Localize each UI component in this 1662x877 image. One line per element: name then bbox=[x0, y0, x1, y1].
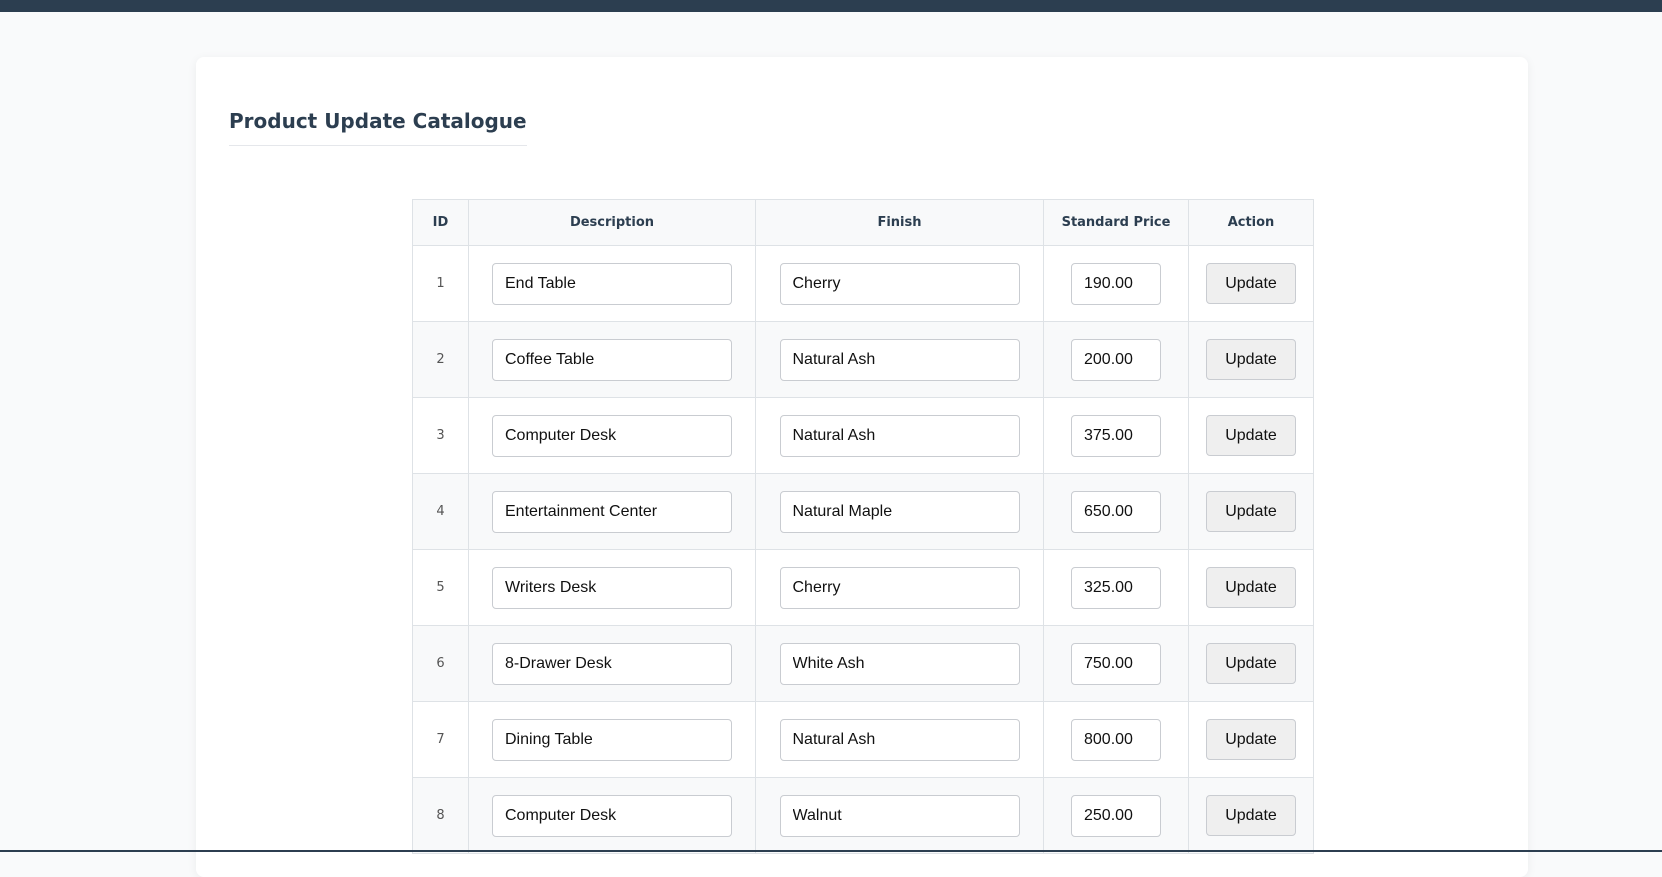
action-cell: Update bbox=[1188, 549, 1314, 626]
table-row: 8 Update bbox=[412, 777, 1314, 854]
price-cell bbox=[1043, 701, 1189, 778]
standard-price-input[interactable] bbox=[1071, 490, 1161, 533]
product-id: 5 bbox=[412, 549, 469, 626]
finish-input[interactable] bbox=[779, 262, 1020, 305]
finish-cell bbox=[755, 245, 1044, 322]
finish-cell bbox=[755, 625, 1044, 702]
action-cell: Update bbox=[1188, 701, 1314, 778]
description-input[interactable] bbox=[492, 794, 732, 837]
price-cell bbox=[1043, 777, 1189, 854]
product-id: 2 bbox=[412, 321, 469, 398]
price-cell bbox=[1043, 473, 1189, 550]
finish-input[interactable] bbox=[779, 718, 1020, 761]
page-title: Product Update Catalogue bbox=[229, 109, 527, 146]
product-id: 8 bbox=[412, 777, 469, 854]
action-cell: Update bbox=[1188, 321, 1314, 398]
product-id: 4 bbox=[412, 473, 469, 550]
price-cell bbox=[1043, 321, 1189, 398]
standard-price-input[interactable] bbox=[1071, 262, 1161, 305]
table-row: 1 Update bbox=[412, 245, 1314, 322]
table-row: 6 Update bbox=[412, 625, 1314, 702]
product-id: 3 bbox=[412, 397, 469, 474]
price-cell bbox=[1043, 625, 1189, 702]
finish-input[interactable] bbox=[779, 794, 1020, 837]
description-cell bbox=[468, 701, 756, 778]
update-button[interactable]: Update bbox=[1206, 719, 1296, 760]
action-cell: Update bbox=[1188, 777, 1314, 854]
update-button[interactable]: Update bbox=[1206, 795, 1296, 836]
finish-input[interactable] bbox=[779, 338, 1020, 381]
table-row: 7 Update bbox=[412, 701, 1314, 778]
product-id: 6 bbox=[412, 625, 469, 702]
description-cell bbox=[468, 321, 756, 398]
action-cell: Update bbox=[1188, 625, 1314, 702]
description-input[interactable] bbox=[492, 338, 732, 381]
action-cell: Update bbox=[1188, 397, 1314, 474]
description-input[interactable] bbox=[492, 490, 732, 533]
standard-price-input[interactable] bbox=[1071, 338, 1161, 381]
update-button[interactable]: Update bbox=[1206, 643, 1296, 684]
standard-price-input[interactable] bbox=[1071, 794, 1161, 837]
finish-cell bbox=[755, 321, 1044, 398]
description-cell bbox=[468, 245, 756, 322]
description-cell bbox=[468, 549, 756, 626]
product-id: 1 bbox=[412, 245, 469, 322]
table-row: 2 Update bbox=[412, 321, 1314, 398]
column-header-id: ID bbox=[412, 199, 469, 246]
action-cell: Update bbox=[1188, 473, 1314, 550]
table-header-row: ID Description Finish Standard Price Act… bbox=[412, 199, 1314, 246]
finish-cell bbox=[755, 549, 1044, 626]
finish-cell bbox=[755, 777, 1044, 854]
column-header-standard-price: Standard Price bbox=[1043, 199, 1189, 246]
standard-price-input[interactable] bbox=[1071, 642, 1161, 685]
table-row: 4 Update bbox=[412, 473, 1314, 550]
catalogue-card: Product Update Catalogue ID Description … bbox=[196, 57, 1528, 877]
standard-price-input[interactable] bbox=[1071, 566, 1161, 609]
finish-input[interactable] bbox=[779, 566, 1020, 609]
update-button[interactable]: Update bbox=[1206, 339, 1296, 380]
description-cell bbox=[468, 777, 756, 854]
description-input[interactable] bbox=[492, 566, 732, 609]
price-cell bbox=[1043, 397, 1189, 474]
finish-input[interactable] bbox=[779, 642, 1020, 685]
description-cell bbox=[468, 625, 756, 702]
finish-cell bbox=[755, 473, 1044, 550]
update-button[interactable]: Update bbox=[1206, 415, 1296, 456]
description-input[interactable] bbox=[492, 718, 732, 761]
column-header-description: Description bbox=[468, 199, 756, 246]
price-cell bbox=[1043, 549, 1189, 626]
update-button[interactable]: Update bbox=[1206, 567, 1296, 608]
finish-cell bbox=[755, 701, 1044, 778]
update-button[interactable]: Update bbox=[1206, 491, 1296, 532]
standard-price-input[interactable] bbox=[1071, 718, 1161, 761]
description-input[interactable] bbox=[492, 262, 732, 305]
finish-input[interactable] bbox=[779, 414, 1020, 457]
table-row: 5 Update bbox=[412, 549, 1314, 626]
finish-cell bbox=[755, 397, 1044, 474]
description-cell bbox=[468, 473, 756, 550]
description-input[interactable] bbox=[492, 414, 732, 457]
top-header-bar bbox=[0, 0, 1662, 12]
table-row: 3 Update bbox=[412, 397, 1314, 474]
standard-price-input[interactable] bbox=[1071, 414, 1161, 457]
finish-input[interactable] bbox=[779, 490, 1020, 533]
product-id: 7 bbox=[412, 701, 469, 778]
column-header-finish: Finish bbox=[755, 199, 1044, 246]
column-header-action: Action bbox=[1188, 199, 1314, 246]
description-cell bbox=[468, 397, 756, 474]
update-button[interactable]: Update bbox=[1206, 263, 1296, 304]
products-table: ID Description Finish Standard Price Act… bbox=[412, 199, 1314, 854]
price-cell bbox=[1043, 245, 1189, 322]
description-input[interactable] bbox=[492, 642, 732, 685]
action-cell: Update bbox=[1188, 245, 1314, 322]
